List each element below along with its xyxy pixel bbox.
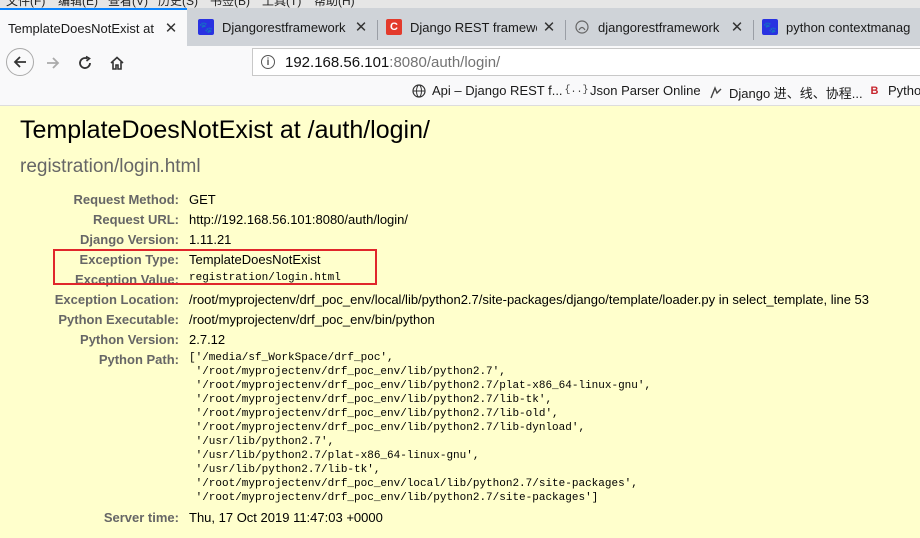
info-icon[interactable]: i: [261, 55, 275, 69]
row-key: Server time:: [103, 510, 179, 525]
github-icon: [708, 85, 723, 100]
braces-icon: {..}: [564, 85, 589, 96]
summary-row-python-version: Python Version: 2.7.12: [0, 332, 920, 352]
bookmark-label: Api – Django REST f...: [432, 83, 563, 98]
tab-title: python contextmanag: [786, 19, 911, 35]
python-path-value: ['/media/sf_WorkSpace/drf_poc', '/root/m…: [189, 352, 652, 504]
row-key: Django Version:: [80, 232, 179, 247]
row-value: Thu, 17 Oct 2019 11:47:03 +0000: [189, 510, 383, 525]
page-title: TemplateDoesNotExist at /auth/login/: [20, 116, 430, 144]
arrow-right-icon: [47, 57, 60, 69]
bookmark-api-django-rest[interactable]: Api – Django REST f...: [411, 83, 563, 98]
row-value: GET: [189, 192, 216, 207]
close-icon[interactable]: ✕: [163, 19, 179, 37]
summary-row-request-method: Request Method: GET: [0, 192, 920, 212]
summary-row-python-executable: Python Executable: /root/myprojectenv/dr…: [0, 312, 920, 332]
url-bar[interactable]: i 192.168.56.101:8080/auth/login/: [252, 48, 920, 76]
row-key: Exception Location:: [54, 292, 179, 307]
reload-button[interactable]: [72, 50, 98, 76]
csdn-c-icon: C: [386, 19, 402, 35]
bookmark-b-icon: B: [870, 84, 879, 97]
navigation-bar: i 192.168.56.101:8080/auth/login/: [0, 46, 920, 78]
tab-django-rest-framework-csdn[interactable]: C Django REST framewo ✕: [378, 8, 565, 46]
tab-djangorestframework[interactable]: 🐾 Djangorestframework ✕: [190, 8, 377, 46]
row-value: /root/myprojectenv/drf_poc_env/local/lib…: [189, 292, 870, 307]
row-key: Request Method:: [73, 192, 179, 207]
url-host: 192.168.56.101: [285, 53, 390, 71]
tab-title: Djangorestframework: [222, 19, 346, 35]
bookmark-json-parser[interactable]: {..} Json Parser Online: [564, 83, 701, 98]
paw-icon: 🐾: [198, 19, 214, 35]
url-path: :8080/auth/login/: [389, 53, 501, 71]
tab-djangorestframework-github[interactable]: djangorestframework ✕: [566, 8, 753, 46]
row-value: 1.11.21: [189, 232, 232, 247]
tab-python-contextmanager[interactable]: 🐾 python contextmanag: [754, 8, 920, 46]
bookmark-label: Json Parser Online: [590, 83, 701, 98]
summary-row-server-time: Server time: Thu, 17 Oct 2019 11:47:03 +…: [0, 510, 920, 530]
bookmark-label: Pytho: [888, 83, 920, 98]
bookmarks-toolbar: Api – Django REST f... {..} Json Parser …: [0, 78, 920, 106]
menu-view[interactable]: 查看(V): [108, 0, 148, 8]
reload-icon: [79, 55, 91, 69]
row-key: Python Version:: [80, 332, 179, 347]
menu-history[interactable]: 历史(S): [158, 0, 198, 8]
tab-strip: TemplateDoesNotExist at ✕ 🐾 Djangorestfr…: [0, 8, 920, 46]
menu-bookmarks[interactable]: 书签(B): [210, 0, 250, 8]
page-subtitle: registration/login.html: [20, 156, 201, 177]
row-value: http://192.168.56.101:8080/auth/login/: [189, 212, 409, 227]
menu-help[interactable]: 帮助(H): [314, 0, 355, 8]
menu-edit[interactable]: 编辑(E): [58, 0, 98, 8]
summary-row-exception-location: Exception Location: /root/myprojectenv/d…: [0, 292, 920, 312]
menu-file[interactable]: 文件(F): [6, 0, 45, 8]
home-icon: [110, 56, 124, 70]
row-key: Python Path:: [98, 352, 179, 367]
forward-button[interactable]: [40, 50, 66, 76]
page-content: TemplateDoesNotExist at /auth/login/ reg…: [0, 106, 920, 538]
bookmark-label: Django 进、线、协程...: [729, 86, 863, 101]
back-button[interactable]: [6, 48, 34, 76]
globe-icon: [411, 83, 426, 98]
bookmark-python[interactable]: B Pytho: [867, 83, 920, 98]
arrow-left-icon: [13, 56, 26, 68]
row-value: 2.7.12: [189, 332, 226, 347]
close-icon[interactable]: ✕: [353, 18, 369, 36]
tab-title: TemplateDoesNotExist at: [8, 20, 154, 36]
close-icon[interactable]: ✕: [541, 18, 557, 36]
tab-template-does-not-exist[interactable]: TemplateDoesNotExist at ✕: [0, 8, 187, 46]
row-value: /root/myprojectenv/drf_poc_env/bin/pytho…: [189, 312, 435, 327]
home-button[interactable]: [104, 50, 130, 76]
tab-title: Django REST framewo: [410, 19, 537, 35]
paw-icon: 🐾: [762, 19, 778, 35]
summary-row-request-url: Request URL: http://192.168.56.101:8080/…: [0, 212, 920, 232]
row-key: Python Executable:: [58, 312, 179, 327]
github-icon: [574, 19, 590, 35]
close-icon[interactable]: ✕: [729, 18, 745, 36]
tab-title: djangorestframework: [598, 19, 720, 35]
bookmark-django-coroutine[interactable]: Django 进、线、协程...: [708, 83, 863, 102]
row-key: Request URL:: [93, 212, 179, 227]
menu-bar: 文件(F) 编辑(E) 查看(V) 历史(S) 书签(B) 工具(T) 帮助(H…: [0, 0, 920, 8]
menu-tools[interactable]: 工具(T): [262, 0, 301, 8]
exception-highlight-box: [53, 249, 377, 285]
